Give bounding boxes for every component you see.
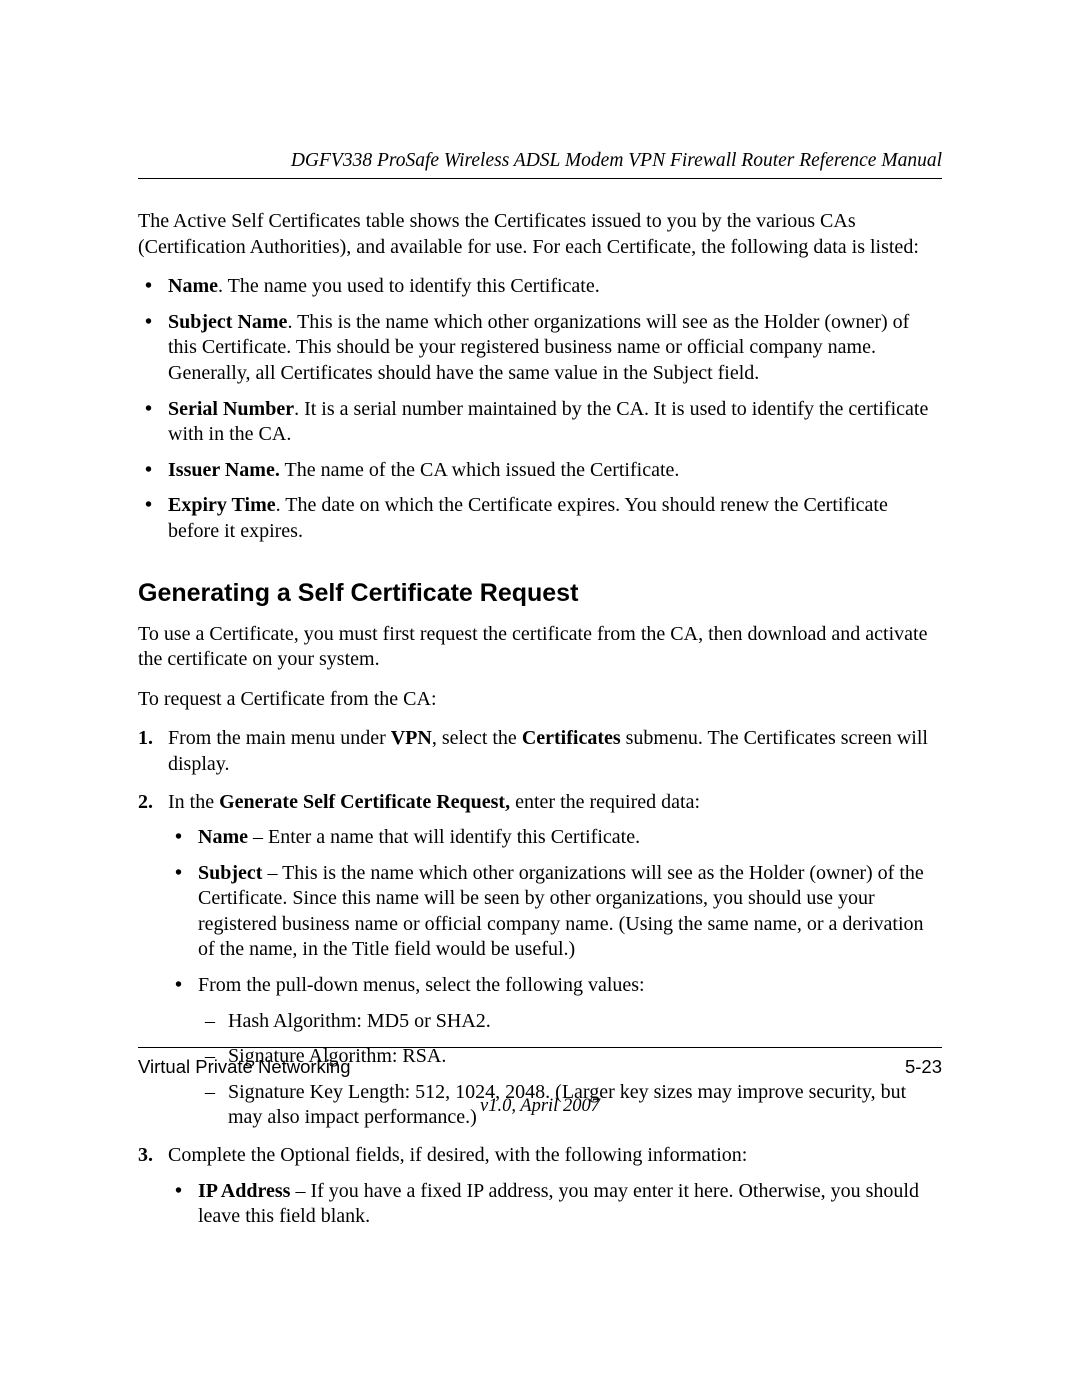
term: Issuer Name. (168, 459, 280, 481)
term: Expiry Time (168, 494, 276, 516)
desc: – If you have a fixed IP address, you ma… (198, 1180, 919, 1228)
term: Certificates (522, 727, 621, 749)
text: In the (168, 791, 219, 813)
term: Subject Name (168, 311, 287, 333)
desc: . The name you used to identify this Cer… (218, 275, 600, 297)
list-item: Serial Number. It is a serial number mai… (138, 397, 942, 448)
desc: . The date on which the Certificate expi… (168, 494, 888, 542)
text: , select the (432, 727, 522, 749)
sub-bullet-list: IP Address – If you have a fixed IP addr… (168, 1179, 942, 1230)
term: Name (198, 826, 248, 848)
text: From the main menu under (168, 727, 391, 749)
text: From the pull-down menus, select the fol… (198, 974, 645, 996)
version-text: v1.0, April 2007 (138, 1096, 942, 1117)
section-heading: Generating a Self Certificate Request (138, 579, 942, 608)
desc: – Enter a name that will identify this C… (248, 826, 640, 848)
list-item: Subject Name. This is the name which oth… (138, 310, 942, 387)
list-item: Issuer Name. The name of the CA which is… (138, 458, 942, 484)
certificate-fields-list: Name. The name you used to identify this… (138, 274, 942, 544)
list-item: Name – Enter a name that will identify t… (168, 825, 942, 851)
term: Serial Number (168, 398, 294, 420)
list-item: Expiry Time. The date on which the Certi… (138, 493, 942, 544)
step-number: 1. (138, 726, 153, 752)
step-item: 1. From the main menu under VPN, select … (138, 726, 942, 777)
text: Complete the Optional fields, if desired… (168, 1144, 747, 1166)
term: IP Address (198, 1180, 290, 1202)
step-number: 3. (138, 1143, 153, 1169)
list-item: Hash Algorithm: MD5 or SHA2. (198, 1009, 942, 1035)
text: enter the required data: (510, 791, 700, 813)
term: Subject (198, 862, 262, 884)
intro-paragraph: The Active Self Certificates table shows… (138, 209, 942, 260)
page-number: 5-23 (905, 1056, 942, 1078)
desc: The name of the CA which issued the Cert… (280, 459, 680, 481)
footer-rule (138, 1047, 942, 1048)
header-rule: DGFV338 ProSafe Wireless ADSL Modem VPN … (138, 150, 942, 179)
list-item: Subject – This is the name which other o… (168, 861, 942, 963)
desc: – This is the name which other organizat… (198, 862, 924, 961)
page-footer: Virtual Private Networking 5-23 v1.0, Ap… (138, 1047, 942, 1117)
term: Name (168, 275, 218, 297)
term: VPN (391, 727, 432, 749)
paragraph: To use a Certificate, you must first req… (138, 622, 942, 673)
steps-list: 1. From the main menu under VPN, select … (138, 726, 942, 1230)
list-item: IP Address – If you have a fixed IP addr… (168, 1179, 942, 1230)
document-title: DGFV338 ProSafe Wireless ADSL Modem VPN … (138, 150, 942, 172)
list-item: Name. The name you used to identify this… (138, 274, 942, 300)
paragraph: To request a Certificate from the CA: (138, 687, 942, 713)
footer-section-name: Virtual Private Networking (138, 1056, 351, 1078)
footer-row: Virtual Private Networking 5-23 (138, 1056, 942, 1078)
step-item: 3. Complete the Optional fields, if desi… (138, 1143, 942, 1230)
document-page: DGFV338 ProSafe Wireless ADSL Modem VPN … (0, 0, 1080, 1397)
step-number: 2. (138, 790, 153, 816)
term: Generate Self Certificate Request, (219, 791, 510, 813)
